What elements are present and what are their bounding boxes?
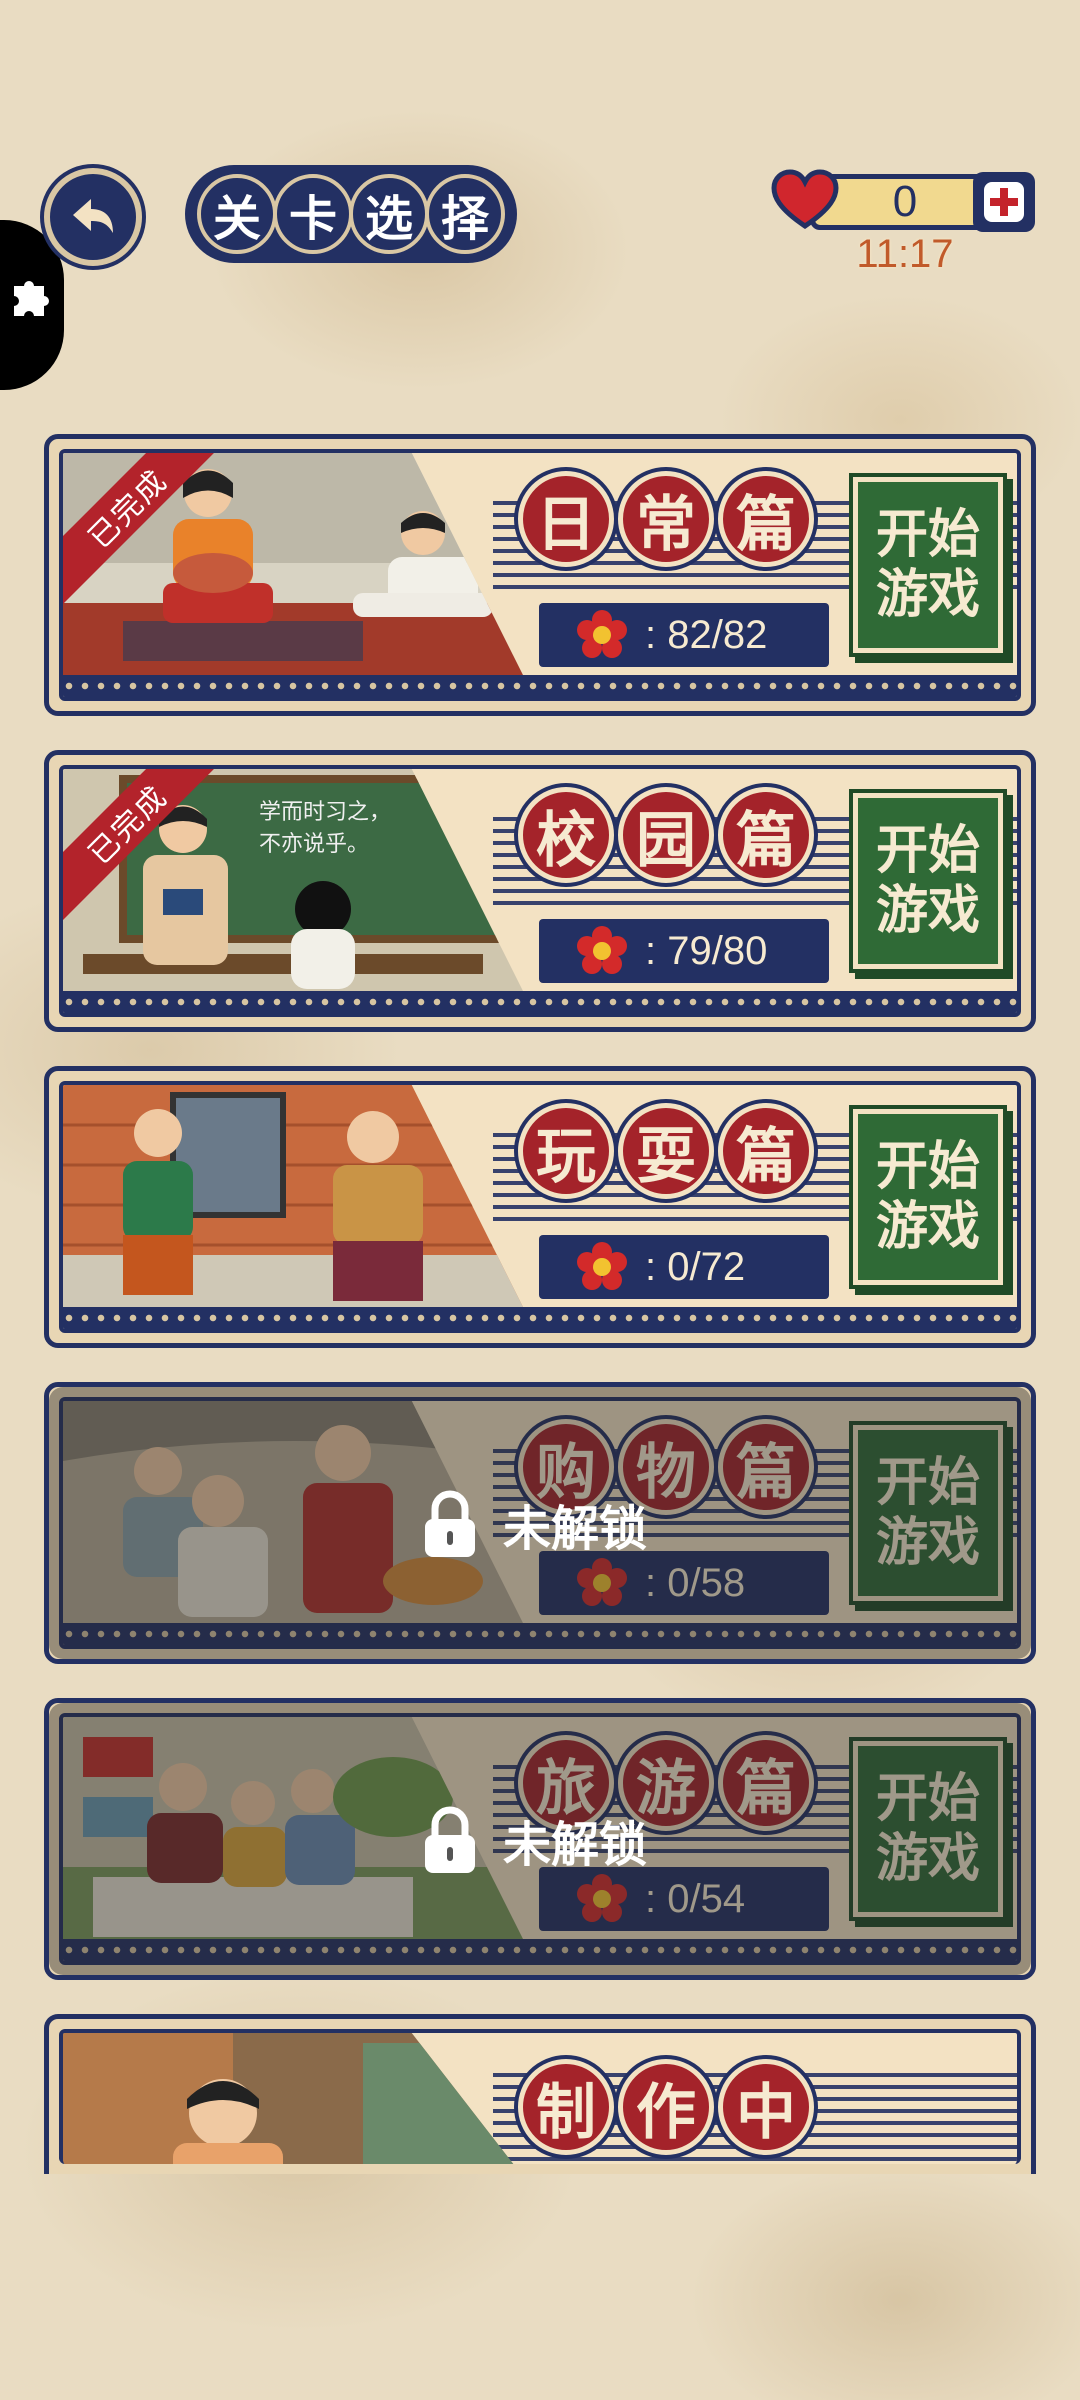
level-name-char: 中 (718, 2059, 814, 2155)
back-arrow-icon (73, 199, 113, 233)
level-progress: : 82/82 (539, 603, 829, 667)
level-name-char: 校 (518, 787, 614, 883)
lock-icon (425, 1806, 475, 1873)
level-progress: : 0/72 (539, 1235, 829, 1299)
level-name: 玩 耍 篇 (518, 1103, 814, 1199)
progress-text: : 79/80 (645, 928, 768, 973)
lock-label-text: 未解锁 (503, 1501, 648, 1557)
lock-label-text: 未解锁 (503, 1817, 648, 1873)
chalkboard-text: 学而时习之， 不亦说乎。 (259, 800, 392, 857)
start-game-label: 开始游戏 (875, 505, 980, 625)
flower-icon (577, 926, 627, 974)
locked-indicator: 未解锁 (419, 1489, 647, 1559)
start-game-button[interactable]: 开始游戏 (853, 793, 1003, 969)
level-card-shopping[interactable]: 购 物 篇 : 0/58 开始游戏 未解锁 (44, 1382, 1036, 1664)
locked-indicator: 未解锁 (419, 1805, 647, 1875)
title-char: 选 (349, 174, 429, 254)
level-name-char: 玩 (518, 1103, 614, 1199)
level-illustration (63, 2033, 528, 2164)
add-lives-button[interactable] (973, 172, 1035, 232)
title-char: 择 (425, 174, 505, 254)
level-name-char: 篇 (718, 471, 814, 567)
level-card-travel[interactable]: 旅 游 篇 : 0/54 开始游戏 未解锁 (44, 1698, 1036, 1980)
heart-icon (771, 169, 839, 230)
level-name-char: 园 (618, 787, 714, 883)
level-card-daily[interactable]: 已完成 日 常 篇 : 82/82 开始游戏 (44, 434, 1036, 716)
level-name-char: 制 (518, 2059, 614, 2155)
title-char: 卡 (273, 174, 353, 254)
level-name: 日 常 篇 (518, 471, 814, 567)
level-name-char: 常 (618, 471, 714, 567)
level-card-in-progress: 制 作 中 (44, 2014, 1036, 2174)
plus-icon (984, 182, 1024, 222)
start-game-button[interactable]: 开始游戏 (853, 1109, 1003, 1285)
level-name-char: 耍 (618, 1103, 714, 1199)
back-button[interactable] (44, 168, 142, 266)
level-card-school[interactable]: 学而时习之， 不亦说乎。 已完成 校 园 篇 : 79/80 开始游戏 (44, 750, 1036, 1032)
level-name: 校 园 篇 (518, 787, 814, 883)
progress-text: : 82/82 (645, 612, 768, 657)
start-game-button[interactable]: 开始游戏 (853, 477, 1003, 653)
level-progress: : 79/80 (539, 919, 829, 983)
progress-text: : 0/72 (645, 1244, 746, 1289)
level-name-char: 作 (618, 2059, 714, 2155)
page-title: 关 卡 选 择 (185, 165, 517, 263)
start-game-label: 开始游戏 (875, 1137, 980, 1257)
start-game-label: 开始游戏 (875, 821, 980, 941)
level-illustration (63, 1085, 528, 1317)
level-name: 制 作 中 (518, 2059, 814, 2155)
flower-icon (577, 1242, 627, 1290)
puzzle-icon (14, 281, 49, 316)
level-name-char: 日 (518, 471, 614, 567)
lock-icon (425, 1490, 475, 1557)
lives-counter: 0 (770, 168, 1035, 232)
level-card-play[interactable]: 玩 耍 篇 : 0/72 开始游戏 (44, 1066, 1036, 1348)
level-name-char: 篇 (718, 1103, 814, 1199)
flower-icon (577, 610, 627, 658)
title-char: 关 (197, 174, 277, 254)
level-name-char: 篇 (718, 787, 814, 883)
lives-timer: 11:17 (856, 232, 954, 276)
